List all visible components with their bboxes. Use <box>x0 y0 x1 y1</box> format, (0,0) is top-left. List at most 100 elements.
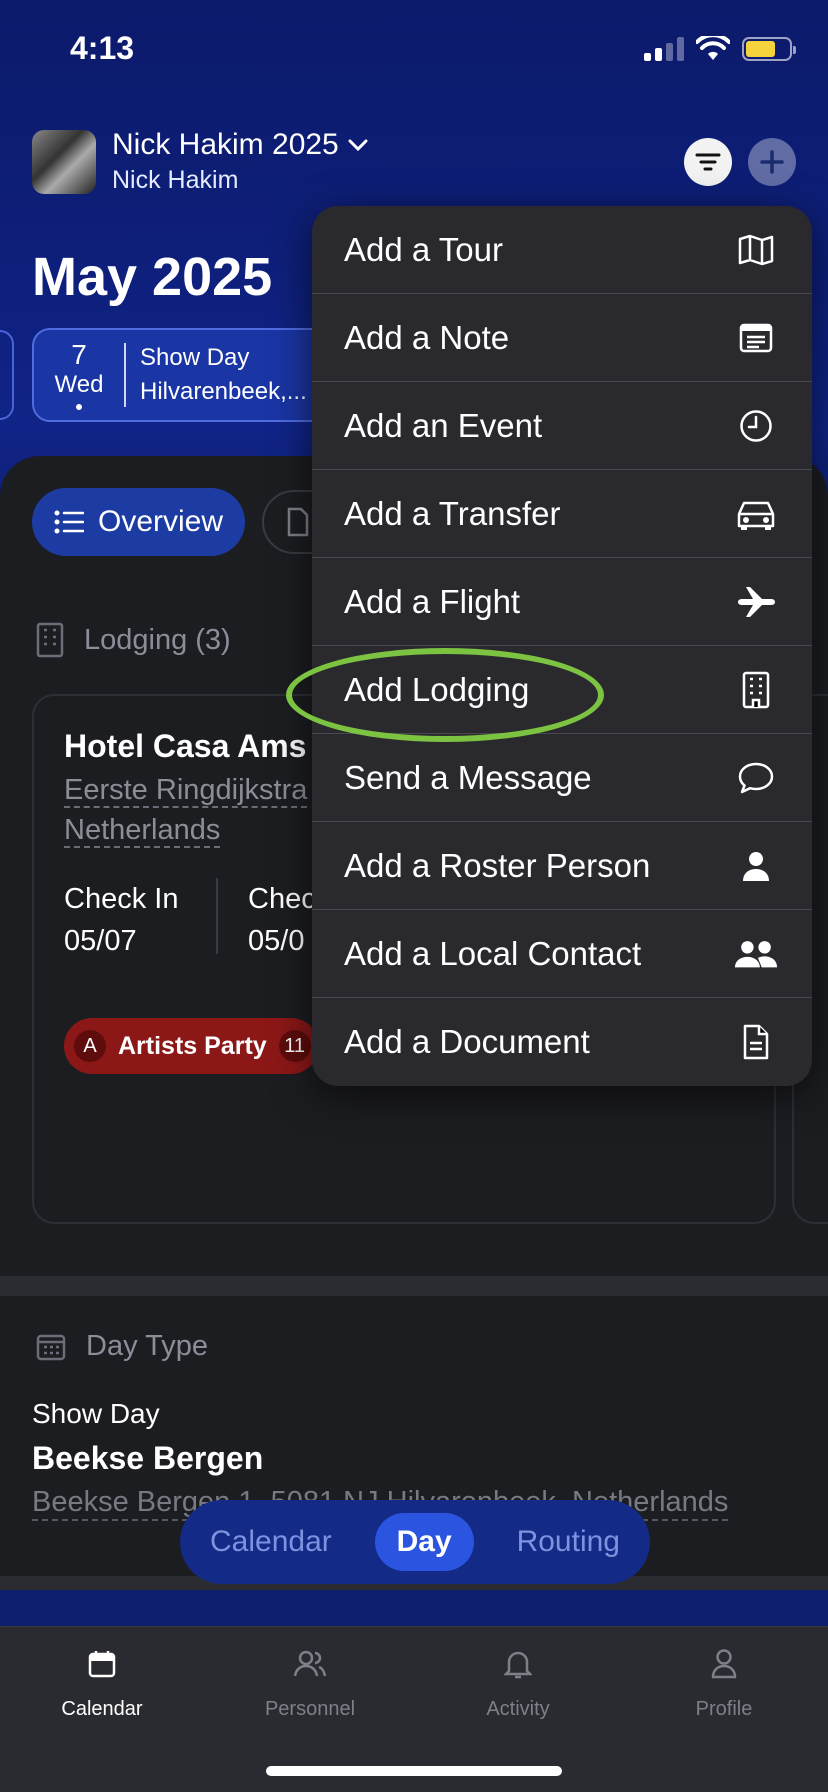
menu-item-label: Send a Message <box>344 758 592 796</box>
venue-name: Beekse Bergen <box>32 1440 264 1476</box>
profile-icon <box>711 1649 737 1679</box>
hotel-address-line1: Eerste Ringdijkstra <box>64 774 308 808</box>
date-number: 7 Wed <box>34 340 124 410</box>
person-icon <box>743 851 769 881</box>
tag-label: Artists Party <box>118 1031 267 1060</box>
menu-item-label: Add a Document <box>344 1023 590 1060</box>
tab-profile[interactable]: Profile <box>654 1644 794 1721</box>
home-indicator <box>266 1766 562 1776</box>
date-divider <box>124 343 126 407</box>
date-card-selected[interactable]: 7 Wed Show Day Hilvarenbeek,... <box>32 328 332 422</box>
wifi-icon <box>696 36 730 60</box>
menu-item-label: Add a Flight <box>344 582 521 620</box>
check-in-label: Check In <box>64 883 179 915</box>
bell-icon <box>504 1651 532 1679</box>
menu-add-transfer[interactable]: Add a Transfer <box>312 470 812 558</box>
date-day-type: Show Day <box>140 344 250 371</box>
status-time: 4:13 <box>70 30 135 66</box>
list-icon <box>54 510 84 534</box>
tab-overview[interactable]: Overview <box>32 488 246 556</box>
document-icon <box>287 507 309 537</box>
menu-item-label: Add a Note <box>344 318 510 356</box>
tour-name: Nick Hakim 2025 <box>112 128 339 161</box>
app-screen: 4:13 Nick Hakim 2025 Nick Hakim May 2025… <box>0 0 828 1792</box>
cellular-signal-icon <box>644 37 684 61</box>
day-type-header-label: Day Type <box>86 1330 208 1362</box>
chevron-down-icon <box>348 139 368 152</box>
tab-personnel[interactable]: Personnel <box>240 1644 380 1721</box>
hotel-name: Hotel Casa Ams <box>64 728 307 764</box>
check-out: Chec 05/0 <box>248 878 316 962</box>
filter-button[interactable] <box>684 138 732 186</box>
note-icon <box>739 323 773 352</box>
menu-add-document[interactable]: Add a Document <box>312 998 812 1086</box>
tag-count: 11 <box>278 1030 311 1062</box>
building-icon <box>36 622 64 658</box>
tab-profile-label: Profile <box>695 1698 753 1720</box>
menu-add-lodging[interactable]: Add Lodging <box>312 646 812 734</box>
today-dot <box>76 404 82 410</box>
document-icon <box>743 1024 769 1060</box>
menu-add-tour[interactable]: Add a Tour <box>312 206 812 294</box>
chat-bubble-icon <box>738 762 774 793</box>
date-location: Hilvarenbeek,... <box>140 378 307 405</box>
date-info: Show Day Hilvarenbeek,... <box>126 341 307 409</box>
menu-add-note[interactable]: Add a Note <box>312 294 812 382</box>
tab-personnel-label: Personnel <box>264 1698 356 1720</box>
menu-item-label: Add Lodging <box>344 670 530 708</box>
view-switcher: Calendar Day Routing <box>180 1500 650 1584</box>
day-type-header: Day Type <box>36 1330 208 1363</box>
tab-calendar-label: Calendar <box>61 1698 143 1720</box>
hotel-address-line2: Netherlands <box>64 814 221 848</box>
map-icon <box>738 234 774 265</box>
lodging-header-label: Lodging (3) <box>84 623 231 656</box>
menu-add-flight[interactable]: Add a Flight <box>312 558 812 646</box>
status-icons <box>644 36 796 62</box>
section-separator <box>0 1276 828 1296</box>
plus-icon <box>760 150 784 174</box>
battery-icon <box>742 37 796 61</box>
lodging-section-header: Lodging (3) <box>36 622 231 658</box>
building-icon <box>742 671 770 708</box>
check-divider <box>216 878 218 954</box>
view-day[interactable]: Day <box>374 1513 474 1571</box>
menu-add-local-contact[interactable]: Add a Local Contact <box>312 910 812 998</box>
tab-overview-label: Overview <box>98 505 224 538</box>
add-menu: Add a Tour Add a Note Add an Event Add a… <box>312 206 812 1086</box>
menu-item-label: Add a Local Contact <box>344 934 642 972</box>
tag-initial: A <box>74 1030 106 1062</box>
date-card-previous[interactable] <box>0 330 14 420</box>
calendar-grid-icon <box>36 1334 66 1360</box>
airplane-icon <box>738 586 775 617</box>
check-in: Check In 05/07 <box>64 878 178 962</box>
tab-activity[interactable]: Activity <box>448 1644 588 1721</box>
menu-item-label: Add a Roster Person <box>344 846 651 884</box>
personnel-icon <box>293 1650 327 1677</box>
hotel-address[interactable]: Eerste Ringdijkstra Netherlands <box>64 770 308 850</box>
date-day: 7 <box>71 339 87 370</box>
check-out-date: 05/0 <box>248 925 305 957</box>
menu-item-label: Add an Event <box>344 406 543 444</box>
tour-avatar[interactable] <box>32 130 96 194</box>
menu-add-roster-person[interactable]: Add a Roster Person <box>312 822 812 910</box>
menu-add-event[interactable]: Add an Event <box>312 382 812 470</box>
tab-calendar[interactable]: Calendar <box>32 1644 172 1721</box>
menu-item-label: Add a Transfer <box>344 494 561 532</box>
tour-selector[interactable]: Nick Hakim 2025 <box>112 128 369 162</box>
view-calendar[interactable]: Calendar <box>188 1513 354 1571</box>
view-routing[interactable]: Routing <box>495 1513 642 1571</box>
add-button[interactable] <box>748 138 796 186</box>
check-in-date: 05/07 <box>64 925 137 957</box>
artist-name: Nick Hakim <box>112 166 239 194</box>
menu-item-label: Add a Tour <box>344 230 504 268</box>
tab-activity-label: Activity <box>486 1698 550 1720</box>
month-title: May 2025 <box>32 247 273 307</box>
day-type-label: Show Day <box>32 1398 160 1429</box>
filter-icon <box>695 153 721 171</box>
calendar-icon <box>88 1651 116 1678</box>
party-tag[interactable]: A Artists Party 11 <box>64 1018 319 1074</box>
date-weekday: Wed <box>54 371 104 398</box>
check-out-label: Chec <box>248 883 316 915</box>
clock-icon <box>740 409 772 442</box>
menu-send-message[interactable]: Send a Message <box>312 734 812 822</box>
